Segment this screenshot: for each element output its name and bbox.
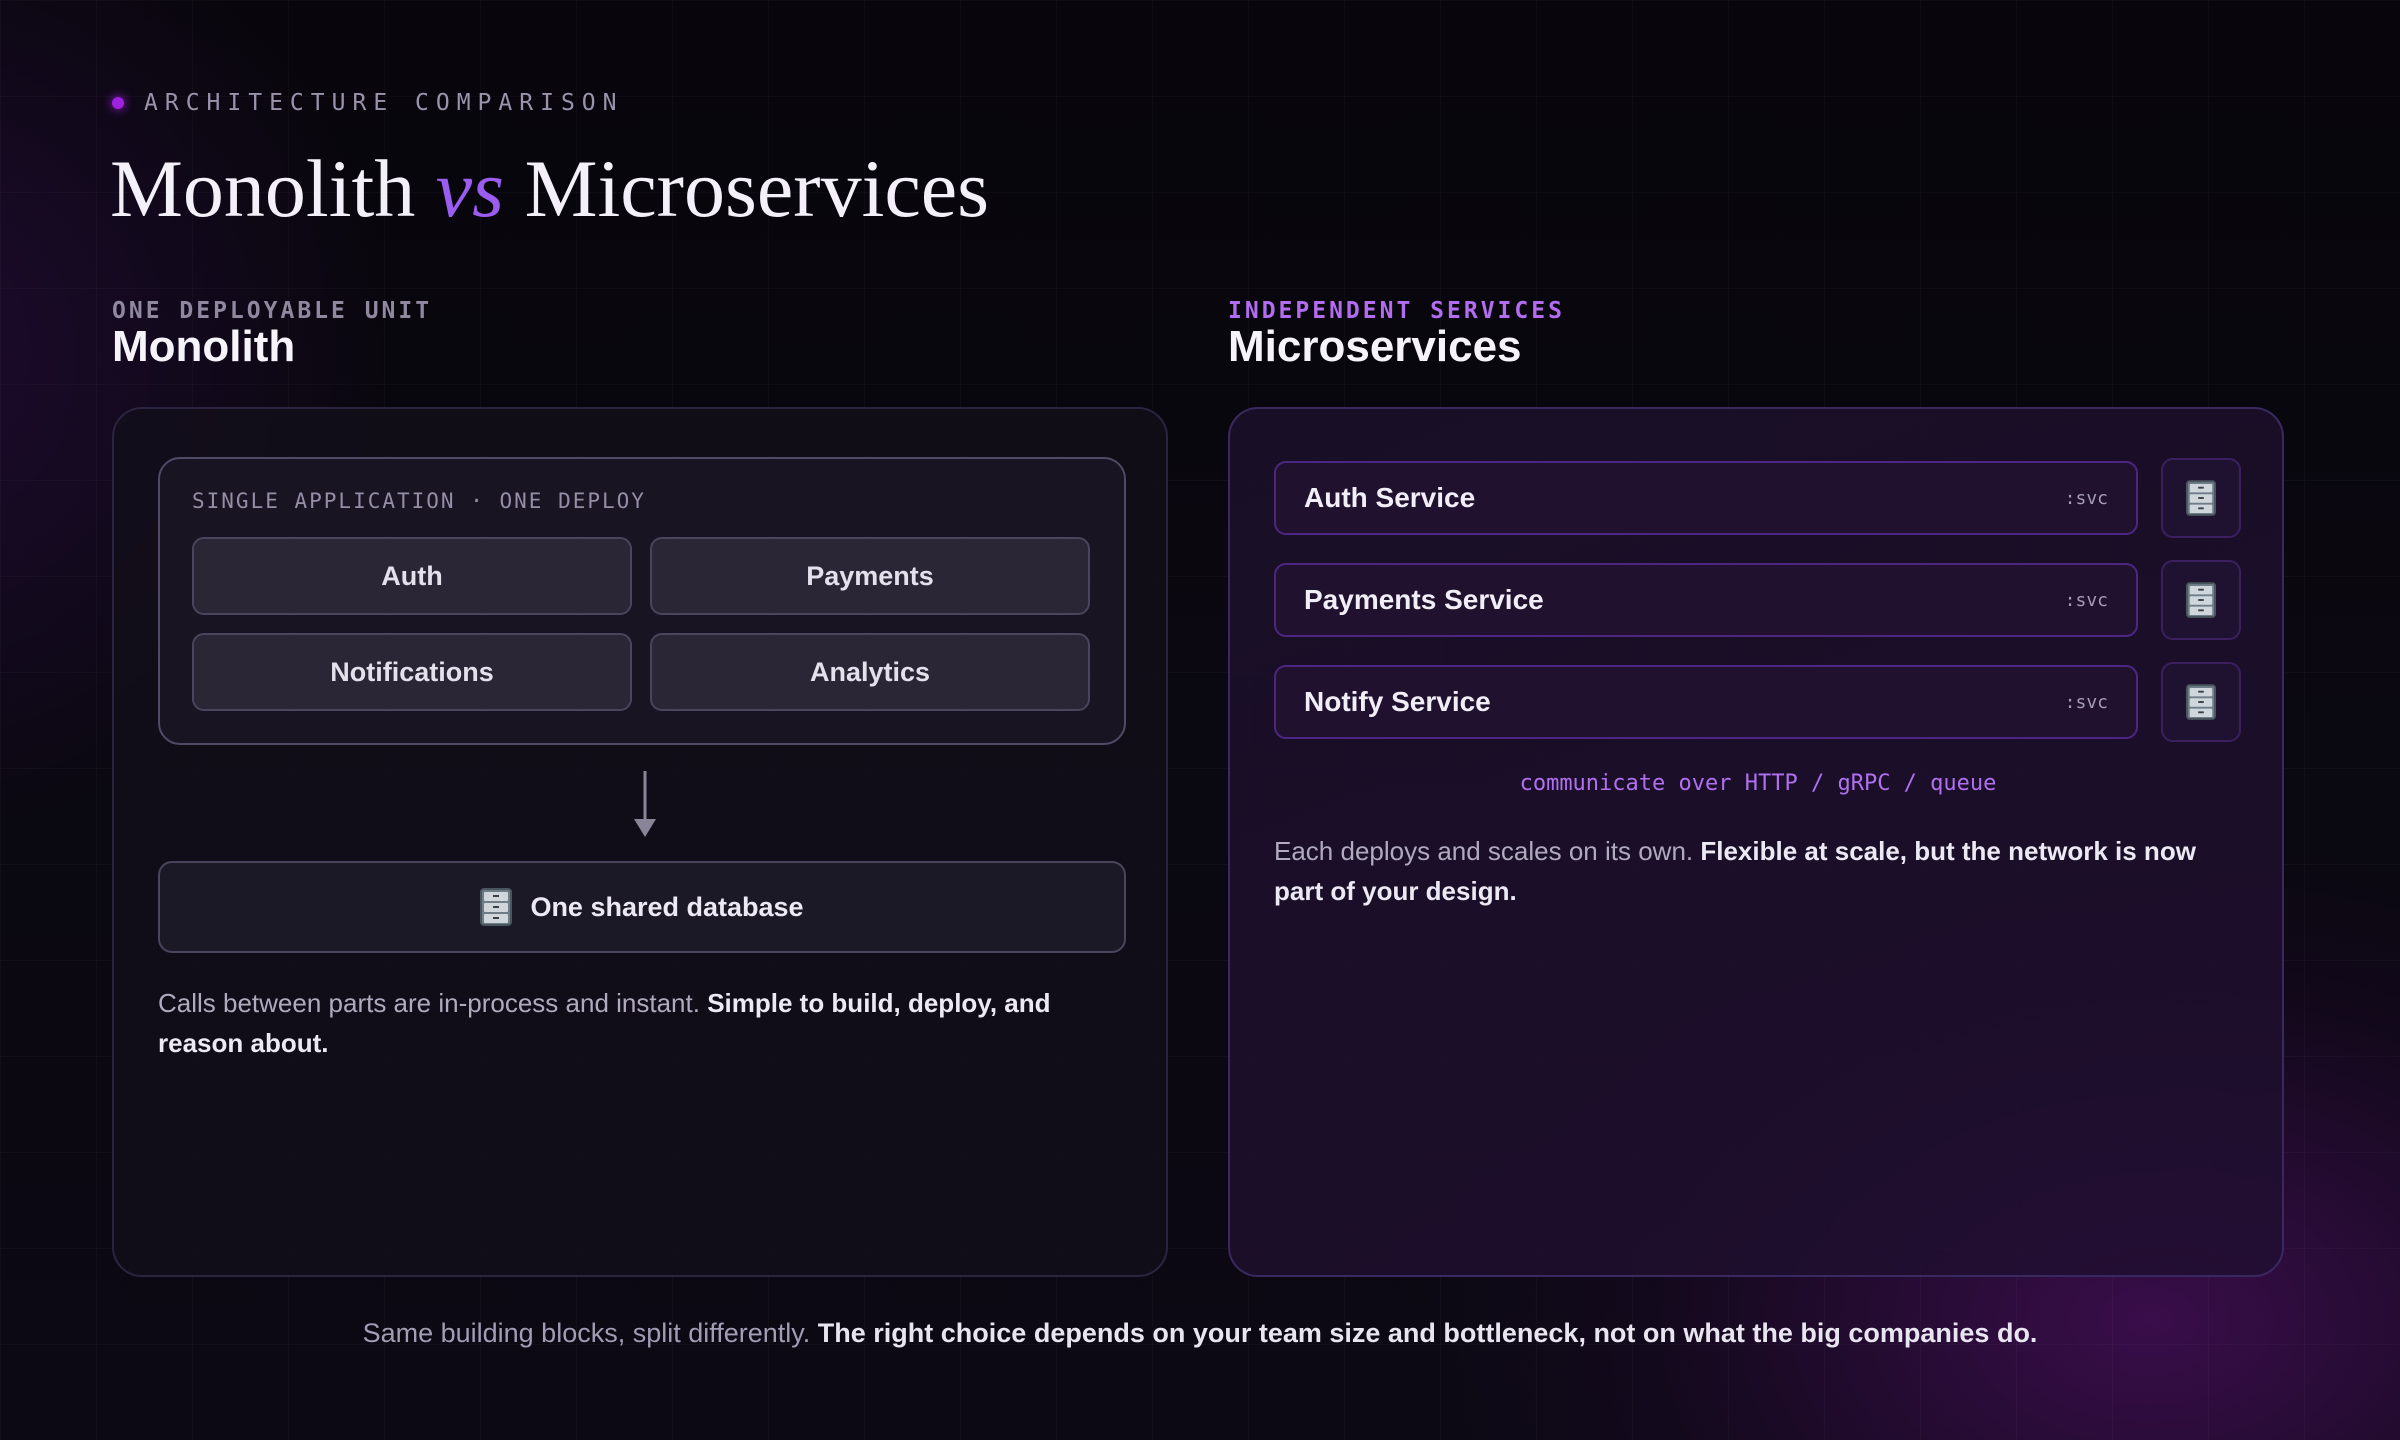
- service-name: Payments Service: [1304, 584, 1544, 615]
- footer-plain: Same building blocks, split differently.: [362, 1318, 818, 1348]
- service-db-notify: [2161, 662, 2241, 742]
- service-name: Notify Service: [1304, 686, 1491, 717]
- service-name: Auth Service: [1304, 482, 1476, 513]
- monolith-description: Calls between parts are in-process and i…: [158, 983, 1118, 1063]
- dot-icon: [112, 97, 124, 109]
- title-monolith: Monolith: [110, 143, 416, 234]
- monolith-desc-plain: Calls between parts are in-process and i…: [158, 988, 708, 1018]
- kicker-label: ARCHITECTURE COMPARISON: [144, 90, 624, 116]
- service-tag: :svc: [2064, 691, 2108, 713]
- title-vs: vs: [435, 143, 505, 234]
- footer-bold: The right choice depends on your team si…: [817, 1318, 2038, 1348]
- service-tag: :svc: [2064, 487, 2108, 509]
- title-microservices: Microservices: [524, 143, 990, 234]
- service-notify: Notify Service :svc: [1274, 665, 2138, 739]
- kicker: ARCHITECTURE COMPARISON: [112, 90, 624, 116]
- file-cabinet-icon: [480, 888, 513, 926]
- app-label: SINGLE APPLICATION · ONE DEPLOY: [192, 489, 646, 513]
- monolith-eyebrow: ONE DEPLOYABLE UNIT: [112, 298, 433, 324]
- file-cabinet-icon: [2186, 480, 2216, 516]
- module-payments: Payments: [650, 537, 1090, 615]
- file-cabinet-icon: [2186, 684, 2216, 720]
- module-notifications: Notifications: [192, 633, 632, 711]
- monolith-panel: SINGLE APPLICATION · ONE DEPLOY Auth Pay…: [112, 407, 1168, 1277]
- microservices-eyebrow: INDEPENDENT SERVICES: [1228, 298, 1565, 324]
- module-auth: Auth: [192, 537, 632, 615]
- microservices-heading: Microservices: [1228, 322, 1522, 371]
- communication-note: communicate over HTTP / gRPC / queue: [1519, 771, 1997, 796]
- microservices-panel: Auth Service :svc Payments Service :svc: [1228, 407, 2284, 1277]
- service-db-payments: [2161, 560, 2241, 640]
- service-payments: Payments Service :svc: [1274, 563, 2138, 637]
- file-cabinet-icon: [2186, 582, 2216, 618]
- service-tag: :svc: [2064, 589, 2108, 611]
- database-label: One shared database: [530, 891, 804, 922]
- microservices-description: Each deploys and scales on its own. Flex…: [1274, 831, 2244, 911]
- single-application-box: SINGLE APPLICATION · ONE DEPLOY Auth Pay…: [158, 457, 1126, 745]
- monolith-heading: Monolith: [112, 322, 296, 371]
- service-auth: Auth Service :svc: [1274, 461, 2138, 535]
- service-db-auth: [2161, 458, 2241, 538]
- page-title: Monolith vs Microservices: [110, 140, 989, 238]
- footer-caption: Same building blocks, split differently.…: [0, 1318, 2400, 1349]
- module-analytics: Analytics: [650, 633, 1090, 711]
- arrow-down-icon: [634, 771, 656, 837]
- micro-desc-plain: Each deploys and scales on its own.: [1274, 836, 1701, 866]
- shared-database: One shared database: [158, 861, 1126, 953]
